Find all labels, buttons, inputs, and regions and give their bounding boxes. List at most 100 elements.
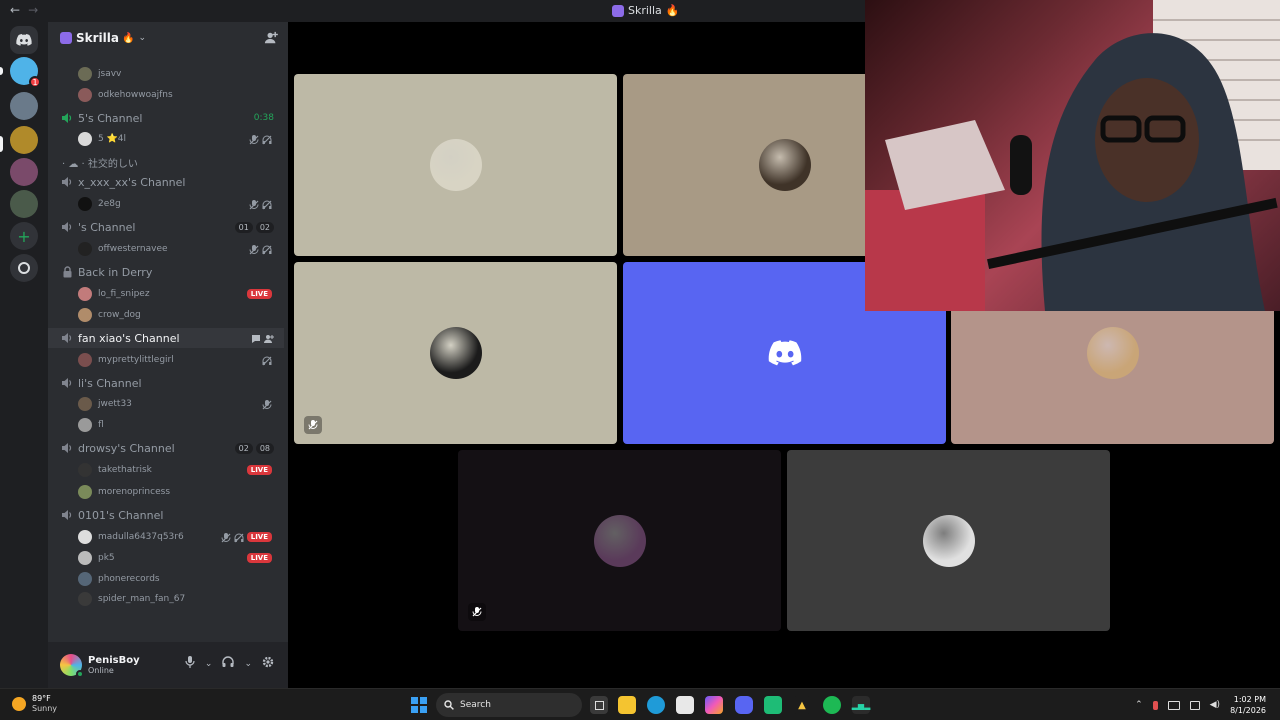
spotify-button[interactable] bbox=[823, 696, 841, 714]
network-icon[interactable] bbox=[1189, 700, 1200, 710]
windows-logo-icon bbox=[411, 706, 418, 713]
mic-muted-icon bbox=[249, 240, 259, 259]
voice-user[interactable]: 5 ⭐4l bbox=[48, 129, 284, 149]
voice-user[interactable]: 2e8g bbox=[48, 194, 284, 214]
voice-user[interactable]: pk5 LIVE bbox=[48, 548, 284, 568]
server-icon-2[interactable] bbox=[10, 92, 38, 120]
audio-app-button[interactable]: ▂▅▂ bbox=[852, 696, 870, 714]
microphone-button[interactable] bbox=[185, 656, 195, 671]
voice-user[interactable]: morenoprincess bbox=[48, 482, 284, 502]
participant-tile-7[interactable] bbox=[787, 450, 1110, 631]
volume-icon[interactable]: ◀) bbox=[1210, 700, 1220, 710]
add-server-button[interactable]: + bbox=[10, 222, 38, 250]
copilot-button[interactable] bbox=[705, 696, 723, 714]
store-button[interactable] bbox=[676, 696, 694, 714]
discord-taskbar-button[interactable] bbox=[735, 696, 753, 714]
voice-channel[interactable]: 0101's Channel bbox=[48, 505, 284, 525]
voice-user[interactable]: myprettylittlegirl bbox=[48, 350, 284, 370]
participant-tile-3[interactable] bbox=[294, 262, 617, 444]
online-status-dot bbox=[76, 670, 84, 678]
microphone-icon bbox=[185, 656, 195, 668]
avatar bbox=[78, 353, 92, 367]
participant-avatar bbox=[593, 514, 646, 567]
server-icon-1[interactable]: 1 bbox=[10, 57, 41, 88]
forward-button[interactable]: → bbox=[28, 3, 38, 17]
participant-tile-1[interactable] bbox=[294, 74, 617, 256]
avatar bbox=[78, 197, 92, 211]
voice-user[interactable]: takethatrisk LIVE bbox=[48, 460, 284, 480]
voice-user[interactable]: odkehowwoajfns bbox=[48, 85, 284, 105]
webcam-overlay bbox=[865, 0, 1280, 311]
user-settings-button[interactable] bbox=[262, 656, 274, 671]
start-button[interactable] bbox=[411, 697, 427, 713]
edge-button[interactable] bbox=[647, 696, 665, 714]
chevron-up-icon[interactable]: ⌃ bbox=[1135, 700, 1143, 710]
voice-channel[interactable]: fan xiao's Channel bbox=[48, 328, 284, 348]
chat-bubble-icon[interactable] bbox=[251, 329, 261, 348]
voice-user[interactable]: lo_fi_snipez LIVE bbox=[48, 284, 284, 304]
voice-user[interactable]: fl bbox=[48, 415, 284, 435]
weather-widget[interactable]: 89°F Sunny bbox=[12, 694, 57, 714]
mic-options-chevron-icon[interactable]: ⌄ bbox=[205, 659, 213, 669]
user-name: lo_fi_snipez bbox=[98, 289, 150, 299]
user-state-icons: LIVE bbox=[246, 465, 272, 475]
voice-channel[interactable]: 's Channel 01 02 bbox=[48, 217, 284, 237]
channel-category[interactable]: · ☁ · 社交的しい bbox=[48, 154, 284, 170]
invite-people-button[interactable] bbox=[264, 30, 278, 49]
app-button-green[interactable] bbox=[764, 696, 782, 714]
user-avatar[interactable] bbox=[60, 654, 84, 678]
avatar bbox=[78, 485, 92, 499]
user-name: morenoprincess bbox=[98, 487, 171, 497]
speaker-icon bbox=[61, 109, 73, 128]
headphones-button[interactable] bbox=[222, 656, 235, 671]
microphone-in-use-icon[interactable] bbox=[1152, 700, 1158, 710]
speaker-icon bbox=[61, 374, 73, 393]
clock[interactable]: 1:02 PM 8/1/2026 bbox=[1230, 694, 1266, 716]
clock-date: 8/1/2026 bbox=[1230, 706, 1266, 715]
participant-tile-6[interactable] bbox=[458, 450, 781, 631]
add-person-icon[interactable] bbox=[264, 329, 274, 348]
voice-channel[interactable]: li's Channel bbox=[48, 373, 284, 393]
audio-options-chevron-icon[interactable]: ⌄ bbox=[244, 659, 252, 669]
voice-user[interactable]: offwesternavee bbox=[48, 239, 284, 259]
voice-user[interactable]: jsavv bbox=[48, 64, 284, 84]
window-title: Skrilla 🔥 bbox=[612, 4, 680, 17]
user-name: 2e8g bbox=[98, 199, 121, 209]
participant-avatar bbox=[758, 139, 811, 191]
voice-channel[interactable]: x_xxx_xx's Channel bbox=[48, 172, 284, 192]
task-view-button[interactable] bbox=[590, 696, 608, 714]
direct-messages-button[interactable] bbox=[10, 26, 38, 54]
server-icon-4[interactable] bbox=[10, 158, 38, 186]
user-name: spider_man_fan_67 bbox=[98, 594, 186, 604]
channel-counts: 01 02 bbox=[234, 221, 274, 233]
avatar bbox=[78, 242, 92, 256]
taskbar-search[interactable]: Search bbox=[436, 693, 582, 717]
mic-muted-icon bbox=[221, 528, 231, 547]
display-icon[interactable] bbox=[1167, 700, 1180, 710]
plus-icon: + bbox=[17, 226, 31, 246]
avatar bbox=[78, 592, 92, 606]
user-state-icons bbox=[249, 240, 272, 259]
warning-app-button[interactable]: ▲ bbox=[793, 696, 811, 714]
voice-channel[interactable]: Back in Derry bbox=[48, 262, 284, 282]
voice-user[interactable]: crow_dog bbox=[48, 305, 284, 325]
voice-channel[interactable]: 5's Channel 0:38 bbox=[48, 108, 284, 128]
voice-user[interactable]: jwett33 bbox=[48, 394, 284, 414]
mic-muted-icon bbox=[262, 395, 272, 414]
file-explorer-button[interactable] bbox=[618, 696, 636, 714]
channel-list: jsavv odkehowwoajfns 5's Channel 0:38 5 ⭐4l ·… bbox=[48, 54, 288, 642]
server-rail: 1 + bbox=[0, 22, 48, 688]
voice-user[interactable]: phonerecords bbox=[48, 569, 284, 589]
chevron-down-icon: ⌄ bbox=[138, 33, 146, 43]
user-status: Online bbox=[88, 666, 114, 675]
voice-user[interactable]: madulla6437q53r6 LIVE bbox=[48, 527, 284, 547]
server-header[interactable]: Skrilla 🔥 ⌄ bbox=[48, 22, 288, 54]
voice-user[interactable]: spider_man_fan_67 bbox=[48, 589, 284, 609]
server-icon-3[interactable] bbox=[10, 126, 38, 154]
windows-logo-icon bbox=[420, 697, 427, 704]
explore-button[interactable] bbox=[10, 254, 38, 282]
back-button[interactable]: ← bbox=[10, 3, 20, 17]
warning-icon: ▲ bbox=[798, 699, 806, 711]
server-icon-5[interactable] bbox=[10, 190, 38, 218]
voice-channel[interactable]: drowsy's Channel 02 08 bbox=[48, 438, 284, 458]
